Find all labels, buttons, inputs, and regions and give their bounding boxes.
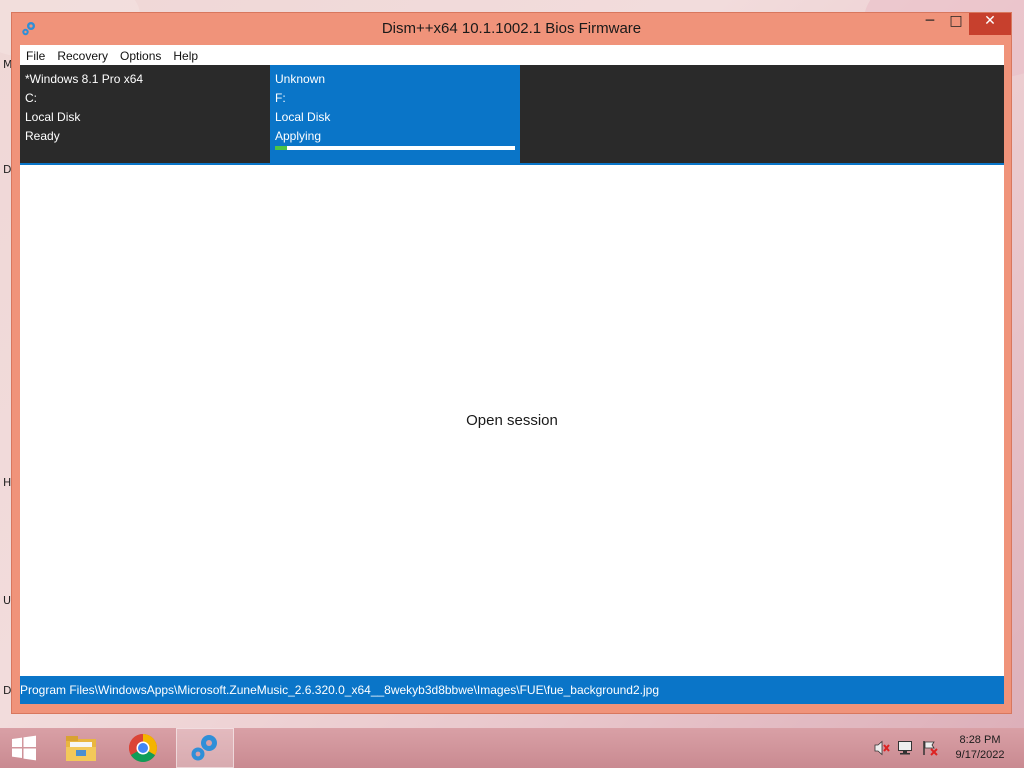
minimize-button[interactable]: ─ — [917, 13, 943, 35]
session-status: Ready — [25, 129, 60, 143]
desktop-icon-label[interactable]: U — [3, 594, 11, 607]
windows-logo-icon — [12, 735, 36, 761]
session-name: *Windows 8.1 Pro x64 — [25, 72, 144, 86]
session-list: *Windows 8.1 Pro x64 C: Local Disk Ready… — [20, 65, 1004, 165]
chrome-icon — [129, 734, 157, 762]
status-bar: Program Files\WindowsApps\Microsoft.Zune… — [20, 676, 1004, 704]
clock-time: 8:28 PM — [959, 734, 1001, 746]
session-tile-unknown[interactable]: Unknown F: Local Disk Applying — [270, 65, 520, 163]
apply-progress-fill — [275, 146, 287, 150]
dism-window: Dism++x64 10.1.1002.1 Bios Firmware ─ □ … — [12, 13, 1011, 713]
taskbar-clock[interactable]: 8:28 PM 9/17/2022 — [950, 733, 1010, 763]
menu-recovery[interactable]: Recovery — [51, 49, 114, 63]
session-tile-windows[interactable]: *Windows 8.1 Pro x64 C: Local Disk Ready — [20, 65, 270, 163]
menu-options[interactable]: Options — [114, 49, 167, 63]
taskbar-chrome[interactable] — [114, 728, 172, 768]
menu-help[interactable]: Help — [167, 49, 204, 63]
status-bar-path: Program Files\WindowsApps\Microsoft.Zune… — [20, 683, 660, 697]
start-button[interactable] — [0, 728, 48, 768]
session-name: Unknown — [275, 72, 326, 86]
main-content: Open session — [20, 165, 1004, 676]
session-disk-type: Local Disk — [25, 110, 81, 124]
volume-muted-icon[interactable] — [873, 740, 891, 756]
desktop-icon-label[interactable]: H — [3, 476, 11, 489]
network-icon[interactable] — [897, 740, 915, 756]
desktop-icon-label[interactable]: D — [3, 684, 11, 697]
apply-progress-bar — [275, 146, 515, 150]
dism-icon — [191, 735, 217, 761]
title-bar[interactable]: Dism++x64 10.1.1002.1 Bios Firmware ─ □ … — [12, 13, 1011, 45]
window-title: Dism++x64 10.1.1002.1 Bios Firmware — [381, 20, 642, 37]
menu-file[interactable]: File — [20, 49, 51, 63]
open-session-message[interactable]: Open session — [20, 412, 1004, 429]
maximize-button[interactable]: □ — [943, 13, 969, 35]
desktop-icon-label[interactable]: D — [3, 163, 11, 176]
action-center-flag-icon[interactable] — [921, 740, 939, 756]
taskbar: 8:28 PM 9/17/2022 — [0, 728, 1024, 768]
session-drive: C: — [25, 91, 37, 105]
menu-bar: File Recovery Options Help — [20, 45, 1004, 65]
taskbar-dism[interactable] — [176, 728, 234, 768]
file-explorer-icon — [66, 736, 96, 761]
session-drive: F: — [275, 91, 286, 105]
session-disk-type: Local Disk — [275, 110, 331, 124]
taskbar-file-explorer[interactable] — [52, 728, 110, 768]
clock-date: 9/17/2022 — [955, 749, 1005, 761]
session-status: Applying — [275, 129, 322, 143]
close-button[interactable]: ✕ — [969, 13, 1011, 35]
